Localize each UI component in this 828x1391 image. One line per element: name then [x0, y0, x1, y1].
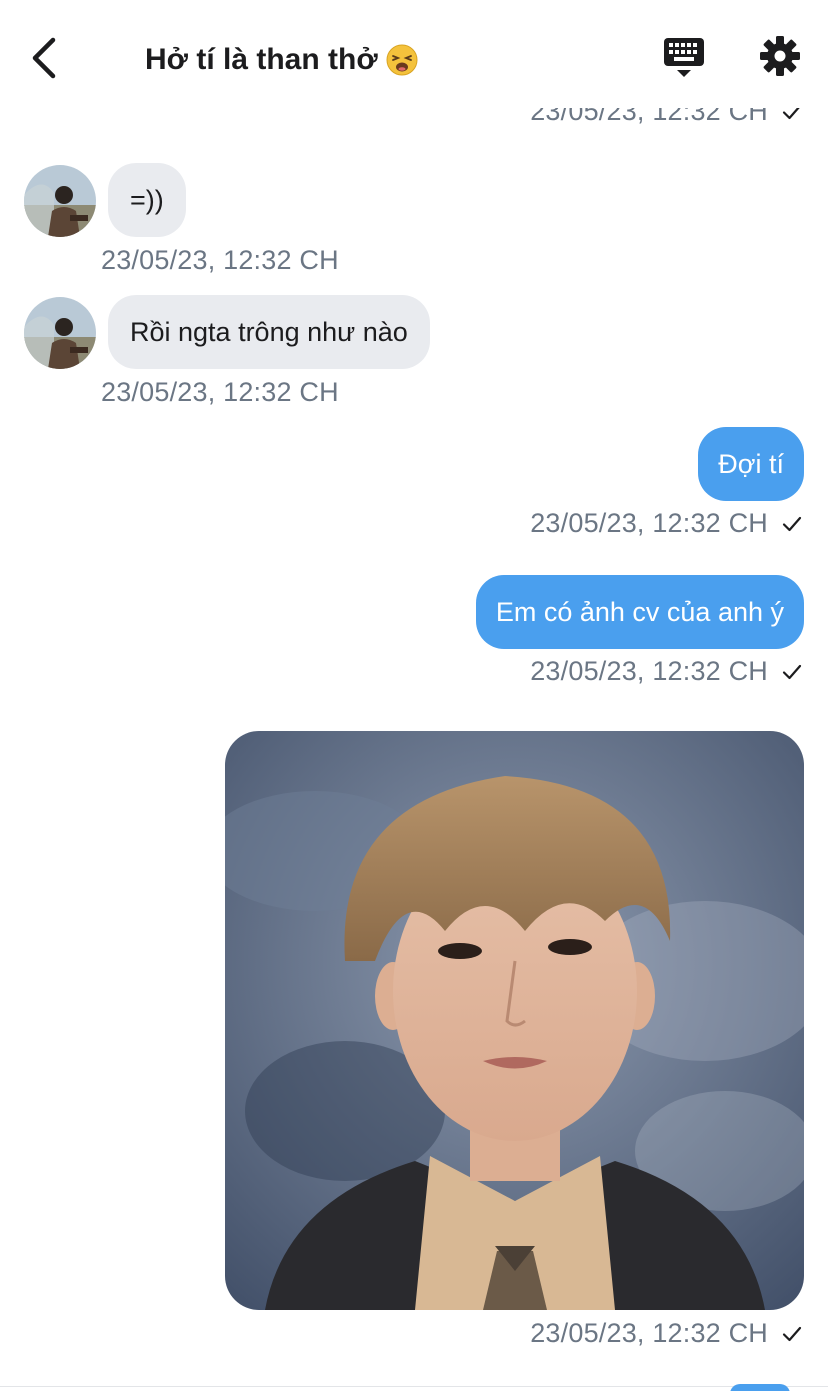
message-text: Em có ảnh cv của anh ý	[495, 596, 784, 627]
message-text: =))	[130, 184, 164, 215]
read-check-icon	[782, 516, 802, 531]
message-timestamp: 23/05/23, 12:32 CH	[101, 377, 339, 407]
message-text: Đợi tí	[718, 448, 784, 479]
message-timestamp: 23/05/23, 12:32 CH	[101, 245, 339, 275]
settings-button[interactable]	[758, 34, 802, 78]
chat-screen: 23/05/23, 12:32 CH =)) 23/05/23, 12:32 C…	[0, 0, 828, 1391]
message-text: Rồi ngta trông như nào	[130, 316, 408, 347]
read-check-icon	[782, 664, 802, 679]
outgoing-message-bubble[interactable]: Đợi tí	[698, 427, 804, 501]
divider	[0, 1386, 828, 1387]
outgoing-message-bubble[interactable]: Em có ảnh cv của anh ý	[475, 575, 804, 649]
message-timestamp: 23/05/23, 12:32 CH	[530, 656, 804, 687]
chat-title[interactable]: Hở tí là than thở	[145, 38, 418, 82]
timestamp-text: 23/05/23, 12:32 CH	[530, 1318, 768, 1348]
weary-face-icon	[386, 44, 418, 76]
back-button[interactable]	[22, 30, 70, 86]
timestamp-text: 23/05/23, 12:32 CH	[530, 656, 768, 686]
incoming-message-bubble[interactable]: =))	[108, 163, 186, 237]
message-list[interactable]: 23/05/23, 12:32 CH =)) 23/05/23, 12:32 C…	[0, 0, 828, 1391]
chat-header: Hở tí là than thở	[0, 0, 828, 108]
timestamp-text: 23/05/23, 12:32 CH	[530, 508, 768, 538]
portrait-photo	[225, 731, 804, 1310]
contact-avatar[interactable]	[24, 165, 96, 237]
chevron-left-icon	[32, 37, 56, 79]
keyboard-toggle-button[interactable]	[660, 34, 708, 82]
message-timestamp: 23/05/23, 12:32 CH	[530, 508, 804, 539]
page-title: Hở tí là than thở	[145, 43, 378, 76]
outgoing-message-bubble-partial	[730, 1384, 790, 1391]
image-message[interactable]	[225, 731, 804, 1310]
keyboard-hide-icon	[664, 38, 704, 77]
message-timestamp: 23/05/23, 12:32 CH	[530, 1318, 804, 1349]
read-check-icon	[782, 1326, 802, 1341]
gear-icon	[760, 36, 800, 76]
incoming-message-bubble[interactable]: Rồi ngta trông như nào	[108, 295, 430, 369]
contact-avatar[interactable]	[24, 297, 96, 369]
